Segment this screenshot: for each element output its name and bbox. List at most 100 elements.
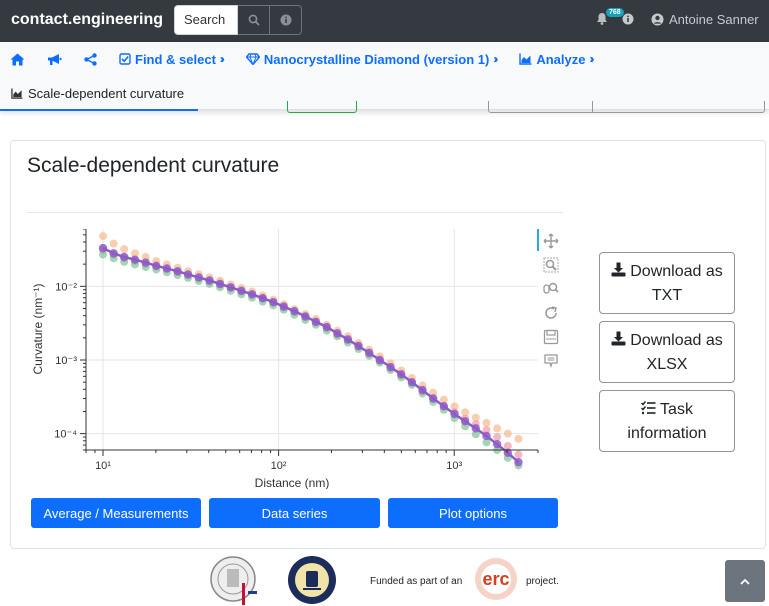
x-axis-label: Distance (nm) bbox=[255, 476, 330, 489]
reset-icon[interactable] bbox=[543, 305, 559, 321]
chevron-double-right-icon: ›› bbox=[219, 52, 225, 66]
download-icon bbox=[611, 262, 626, 277]
nav-find-select[interactable]: Find & select ›› bbox=[119, 51, 225, 67]
download-xlsx-line1: Download as bbox=[630, 332, 723, 349]
funding-text: Funded as part of an bbox=[370, 576, 463, 587]
nav-analyze[interactable]: Analyze ›› bbox=[519, 51, 594, 67]
download-txt-button[interactable]: Download as TXT bbox=[599, 252, 735, 314]
button-separator bbox=[592, 101, 593, 112]
measurement-point bbox=[482, 418, 491, 427]
average-point bbox=[322, 322, 331, 332]
average-point bbox=[397, 370, 406, 379]
average-point bbox=[269, 297, 278, 307]
announcements-button[interactable] bbox=[47, 53, 62, 66]
active-tool-indicator bbox=[537, 229, 539, 251]
average-point bbox=[194, 273, 203, 282]
search-input[interactable]: Search bbox=[174, 5, 238, 35]
uni-freiburg-logo bbox=[210, 556, 257, 605]
pan-icon[interactable] bbox=[543, 233, 559, 249]
nav-analyze-label: Analyze bbox=[536, 51, 586, 67]
average-point bbox=[247, 290, 257, 299]
search-group: Search bbox=[174, 5, 302, 35]
share-button[interactable] bbox=[84, 52, 97, 66]
secondary-navbar: Find & select ›› Nanocrystalline Diamond… bbox=[0, 42, 769, 111]
average-point bbox=[237, 286, 246, 295]
plot-options-button[interactable]: Plot options bbox=[388, 498, 558, 528]
tab-scale-dependent-curvature[interactable]: Scale-dependent curvature bbox=[0, 77, 198, 111]
erc-logo: erc bbox=[475, 558, 517, 600]
nav-dataset-label: Nanocrystalline Diamond (version 1) bbox=[263, 51, 490, 67]
average-point bbox=[258, 293, 267, 303]
average-point bbox=[418, 385, 427, 395]
average-measurements-button[interactable]: Average / Measurements bbox=[31, 498, 201, 528]
average-point bbox=[205, 276, 214, 285]
y-tick-label: 10⁻³ bbox=[55, 355, 77, 367]
average-point bbox=[354, 341, 363, 351]
average-point bbox=[514, 457, 523, 467]
info-icon bbox=[622, 13, 634, 25]
average-point bbox=[301, 312, 310, 321]
download-xlsx-button[interactable]: Download as XLSX bbox=[599, 321, 735, 383]
average-point bbox=[471, 424, 480, 433]
home-button[interactable] bbox=[10, 53, 25, 66]
average-point bbox=[492, 439, 502, 449]
university-of-pittsburgh-seal bbox=[288, 556, 336, 604]
average-point bbox=[162, 264, 172, 273]
analysis-card: Scale-dependent curvature 10¹ 10² 10³ 10⁻² 1… bbox=[10, 140, 766, 549]
user-menu[interactable]: Antoine Sanner bbox=[651, 12, 759, 27]
user-circle-icon bbox=[651, 13, 664, 26]
average-point bbox=[226, 283, 235, 292]
search-button[interactable] bbox=[238, 5, 270, 35]
task-information-button[interactable]: Task information bbox=[599, 390, 735, 452]
checkbox-icon bbox=[119, 53, 131, 65]
search-info-button[interactable] bbox=[270, 5, 302, 35]
active-tab-label: Scale-dependent curvature bbox=[28, 85, 185, 101]
download-xlsx-line2: XLSX bbox=[646, 356, 688, 373]
average-point bbox=[119, 252, 129, 262]
help-button[interactable] bbox=[622, 12, 634, 30]
average-point bbox=[407, 377, 417, 387]
tasks-icon bbox=[641, 401, 656, 415]
average-point bbox=[428, 394, 438, 403]
wheel-zoom-icon[interactable] bbox=[543, 281, 559, 297]
average-point bbox=[98, 243, 108, 253]
user-name: Antoine Sanner bbox=[669, 12, 759, 27]
task-info-line1: Task bbox=[660, 401, 693, 418]
y-axis-label: Curvature (nm⁻¹) bbox=[31, 283, 45, 374]
average-point bbox=[450, 409, 459, 419]
chevron-double-right-icon: ›› bbox=[589, 52, 594, 66]
bullhorn-icon bbox=[48, 53, 62, 65]
x-tick-label: 10² bbox=[271, 460, 287, 472]
average-point bbox=[333, 329, 342, 338]
title-divider bbox=[27, 212, 563, 213]
average-point bbox=[173, 267, 182, 276]
nav-find-select-label: Find & select bbox=[135, 51, 216, 67]
average-point bbox=[439, 402, 449, 411]
gem-icon bbox=[245, 53, 260, 65]
scroll-to-top-button[interactable] bbox=[725, 560, 765, 602]
average-point bbox=[482, 431, 491, 441]
info-icon bbox=[280, 14, 291, 26]
measurement-point bbox=[120, 245, 129, 254]
download-txt-line1: Download as bbox=[630, 263, 723, 280]
home-icon bbox=[10, 53, 25, 65]
average-point bbox=[375, 355, 385, 365]
brand-logo[interactable]: contact.engineering bbox=[11, 11, 163, 29]
area-chart-icon bbox=[11, 87, 23, 99]
save-icon[interactable] bbox=[543, 329, 559, 345]
nav-dataset[interactable]: Nanocrystalline Diamond (version 1) ›› bbox=[245, 51, 498, 67]
curvature-plot[interactable]: 10¹ 10² 10³ 10⁻² 10⁻³ 10⁻⁴ Curvature (nm⁻¹) D… bbox=[28, 229, 540, 489]
measurement-point bbox=[514, 450, 523, 459]
x-tick-label: 10³ bbox=[446, 460, 462, 472]
top-navbar: contact.engineering Search 768 Antoine S… bbox=[0, 0, 769, 42]
average-point bbox=[343, 335, 353, 344]
chevron-up-icon bbox=[740, 578, 750, 585]
share-icon bbox=[84, 52, 97, 66]
data-series-button[interactable]: Data series bbox=[209, 498, 380, 528]
box-zoom-icon[interactable] bbox=[543, 257, 559, 273]
average-point bbox=[279, 302, 288, 311]
task-info-line2: information bbox=[627, 425, 707, 442]
measurement-point bbox=[514, 434, 523, 443]
average-point bbox=[386, 362, 395, 372]
hover-tooltip-icon[interactable] bbox=[543, 353, 559, 369]
